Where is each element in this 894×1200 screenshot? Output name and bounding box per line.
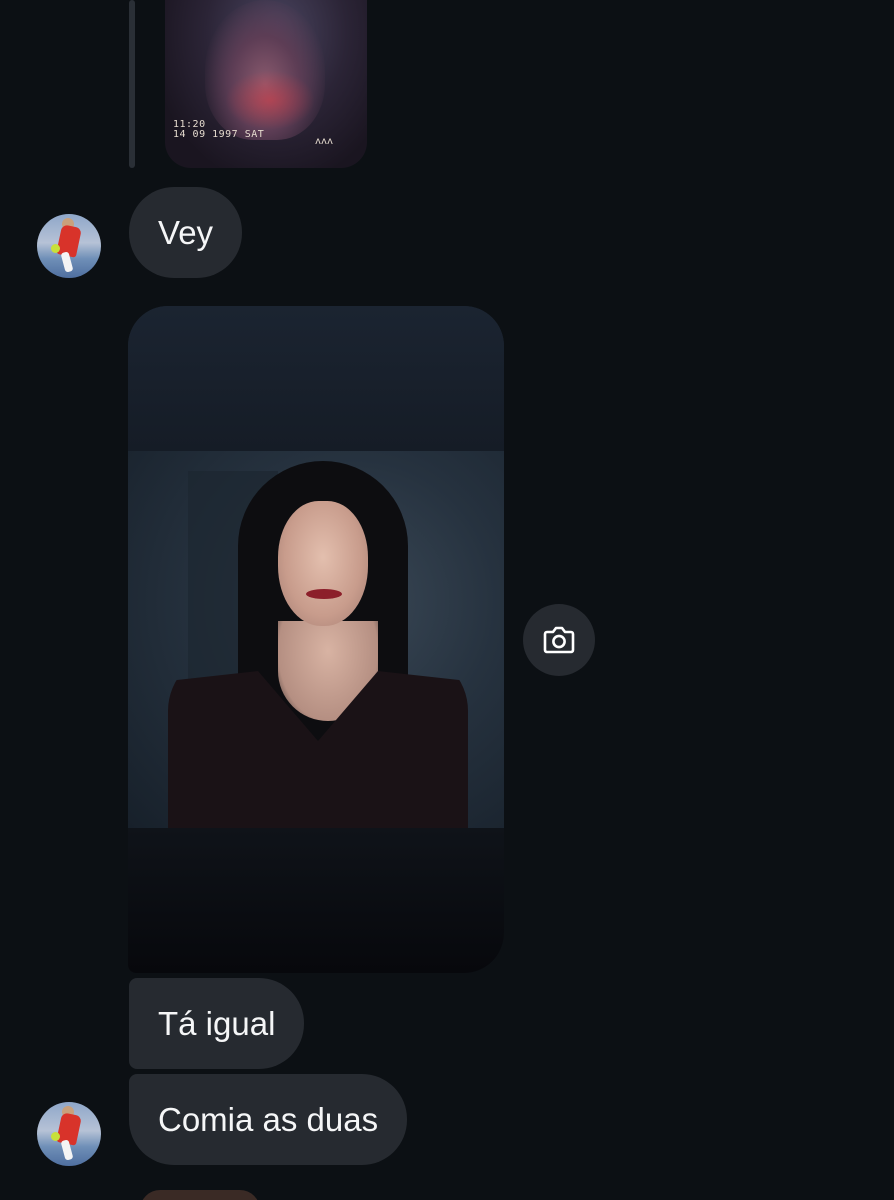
timestamp-date: 14 09 1997 SAT [173,129,265,140]
message-bubble[interactable]: Tá igual [129,978,305,1069]
camera-button[interactable] [523,604,595,676]
avatar-body [56,224,82,258]
shared-photo-top[interactable]: 11:20 14 09 1997 SAT ᴧᴧᴧ [165,0,367,168]
photo-timestamp: 11:20 14 09 1997 SAT [173,120,264,140]
sender-avatar[interactable] [37,1102,101,1166]
chat-thread: 11:20 14 09 1997 SAT ᴧᴧᴧ Vey Tá igual Co… [0,0,894,1200]
avatar-ball [51,1132,60,1141]
photo-marks: ᴧᴧᴧ [315,136,334,147]
message-text: Vey [158,214,214,251]
photo-lips [306,589,342,599]
photo-image [128,451,504,828]
message-text: Tá igual [158,1005,276,1042]
next-media-peek [140,1190,260,1200]
sender-avatar[interactable] [37,214,101,278]
message-bubble[interactable]: Comia as duas [129,1074,408,1165]
photo-face [278,501,368,626]
avatar-body [56,1112,82,1146]
message-text: Comia as duas [158,1101,379,1138]
camera-icon [542,625,576,655]
avatar-ball [51,244,60,253]
photo-top-band [128,306,504,451]
shared-photo-message[interactable] [128,306,504,973]
photo-bottom-band [128,828,504,973]
reply-thread-line [129,0,135,168]
message-bubble[interactable]: Vey [129,187,243,278]
